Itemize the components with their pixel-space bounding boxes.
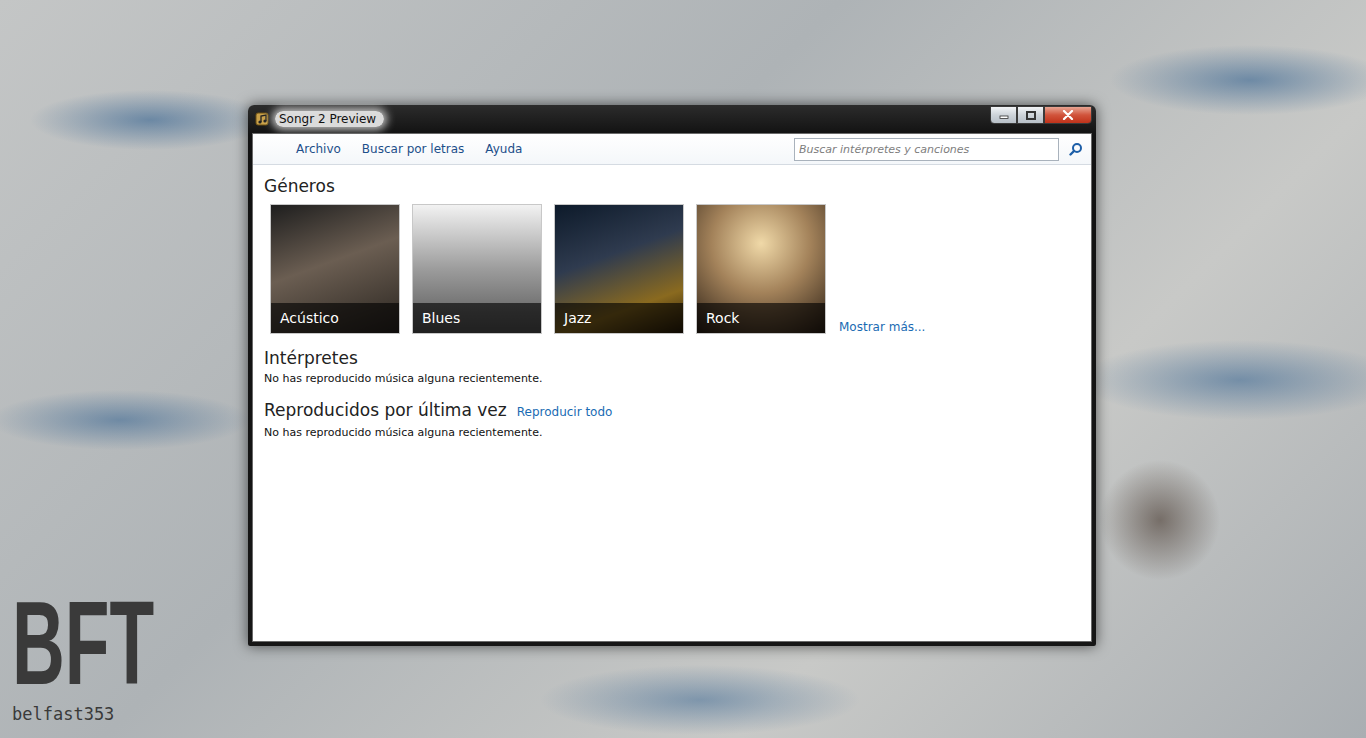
minimize-button[interactable] [990,106,1017,124]
menu-item[interactable]: Archivo [296,142,341,156]
artists-empty-message: No has reproducido música alguna recient… [264,371,1080,387]
play-all-link[interactable]: Reproducir todo [517,401,613,423]
genre-label: Rock [697,303,825,333]
genre-tile[interactable]: Rock [696,204,826,334]
menu-bar: Archivo Buscar por letras Ayuda [253,134,1091,165]
recent-empty-message: No has reproducido música alguna recient… [264,425,1080,441]
app-music-icon [255,111,271,127]
genre-list: Acústico Blues Jazz Rock Mostrar más... [270,204,1080,334]
watermark: BFTbelfast353 [12,584,161,724]
show-more-link[interactable]: Mostrar más... [839,320,925,334]
genre-tile[interactable]: Acústico [270,204,400,334]
genre-label: Blues [413,303,541,333]
menu-item[interactable]: Buscar por letras [362,142,464,156]
window-title: Songr 2 Preview [275,111,384,127]
recent-heading: Reproducidos por última vezReproducir to… [264,399,1080,423]
app-window: Songr 2 PreviewArchivoBuscar por letrasA… [248,105,1096,646]
genre-label: Jazz [555,303,683,333]
client-area: Archivo Buscar por letras Ayuda Géneros Acús… [252,133,1092,642]
genre-tile[interactable]: Jazz [554,204,684,334]
search-field[interactable] [794,138,1059,161]
genre-label: Acústico [271,303,399,333]
maximize-button[interactable] [1017,106,1044,124]
watermark-name: belfast353 [12,704,114,724]
close-button[interactable] [1044,106,1092,124]
artists-heading: Intérpretes [264,347,1080,369]
minimize-icon [999,111,1009,119]
close-icon [1062,110,1074,120]
watermark-logo: BFT [12,584,154,702]
menu-item[interactable]: Ayuda [485,142,522,156]
maximize-icon [1026,111,1036,120]
title-bar[interactable]: Songr 2 Preview [252,105,1092,133]
genre-tile[interactable]: Blues [412,204,542,334]
search-icon[interactable] [1069,142,1083,156]
desktop: BFTbelfast353 Songr 2 Preview Archivo Busca… [0,0,1366,738]
genres-heading: Géneros [264,175,1080,197]
